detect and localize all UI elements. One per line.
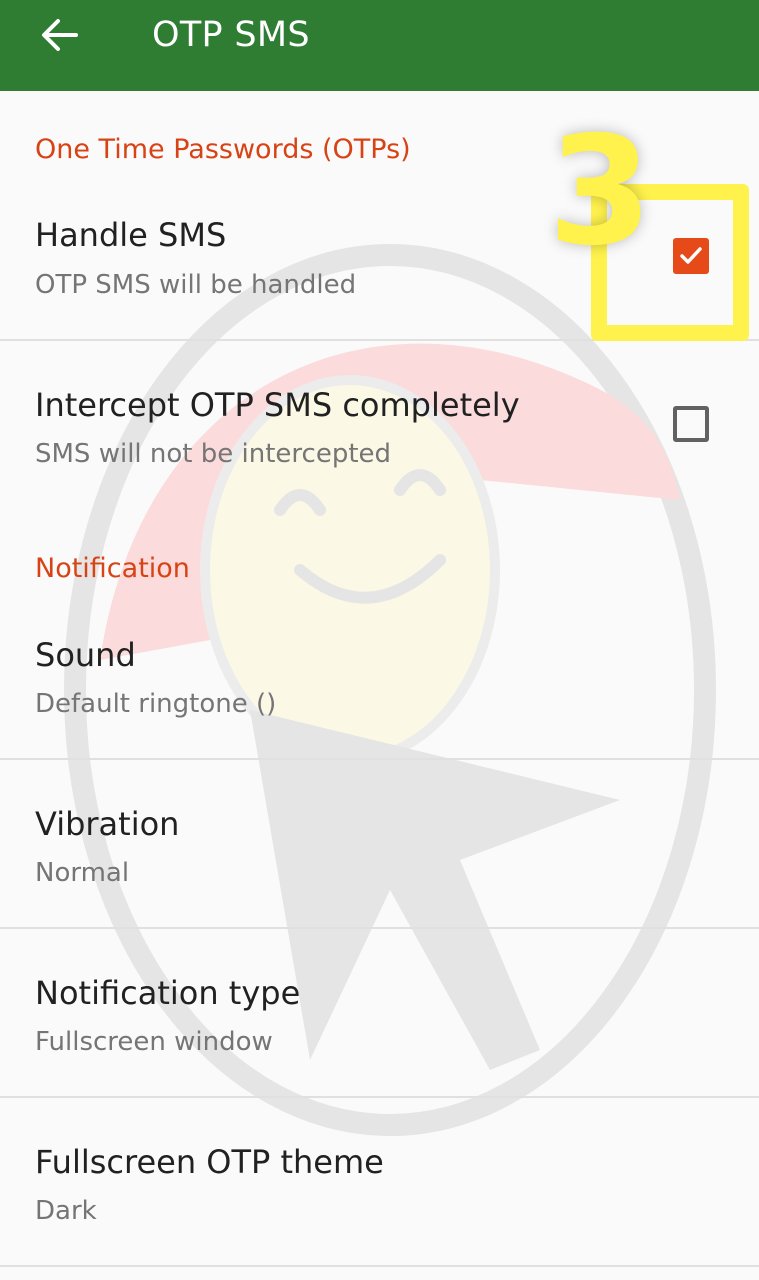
section-header-notification: Notification [35, 553, 190, 584]
handle-sms-checkbox[interactable] [673, 238, 709, 274]
pref-fullscreen-theme[interactable]: Fullscreen OTP theme Dark [0, 1098, 759, 1265]
pref-title: Intercept OTP SMS completely [35, 386, 520, 424]
pref-vibration[interactable]: Vibration Normal [0, 760, 759, 927]
pref-title: Vibration [35, 805, 180, 843]
intercept-sms-checkbox[interactable] [673, 406, 709, 442]
pref-title: Handle SMS [35, 216, 227, 254]
pref-sound[interactable]: Sound Default ringtone () [0, 620, 759, 758]
pref-handle-sms[interactable]: Handle SMS OTP SMS will be handled [0, 200, 759, 340]
pref-summary: Default ringtone () [35, 689, 277, 719]
app-bar: OTP SMS [0, 0, 759, 91]
pref-notification-type[interactable]: Notification type Fullscreen window [0, 929, 759, 1096]
check-icon [680, 247, 702, 264]
pref-title: Notification type [35, 974, 301, 1012]
arrow-back-icon[interactable] [38, 14, 80, 56]
pref-summary: Dark [35, 1196, 97, 1226]
section-header-otps: One Time Passwords (OTPs) [35, 134, 411, 165]
divider [0, 1265, 759, 1267]
pref-title: Fullscreen OTP theme [35, 1143, 384, 1181]
pref-summary: Fullscreen window [35, 1027, 273, 1057]
page-title: OTP SMS [152, 15, 310, 55]
pref-summary: OTP SMS will be handled [35, 270, 357, 300]
pref-summary: SMS will not be intercepted [35, 439, 392, 469]
pref-title: Sound [35, 636, 136, 674]
pref-intercept-sms[interactable]: Intercept OTP SMS completely SMS will no… [0, 341, 759, 501]
pref-summary: Normal [35, 858, 130, 888]
